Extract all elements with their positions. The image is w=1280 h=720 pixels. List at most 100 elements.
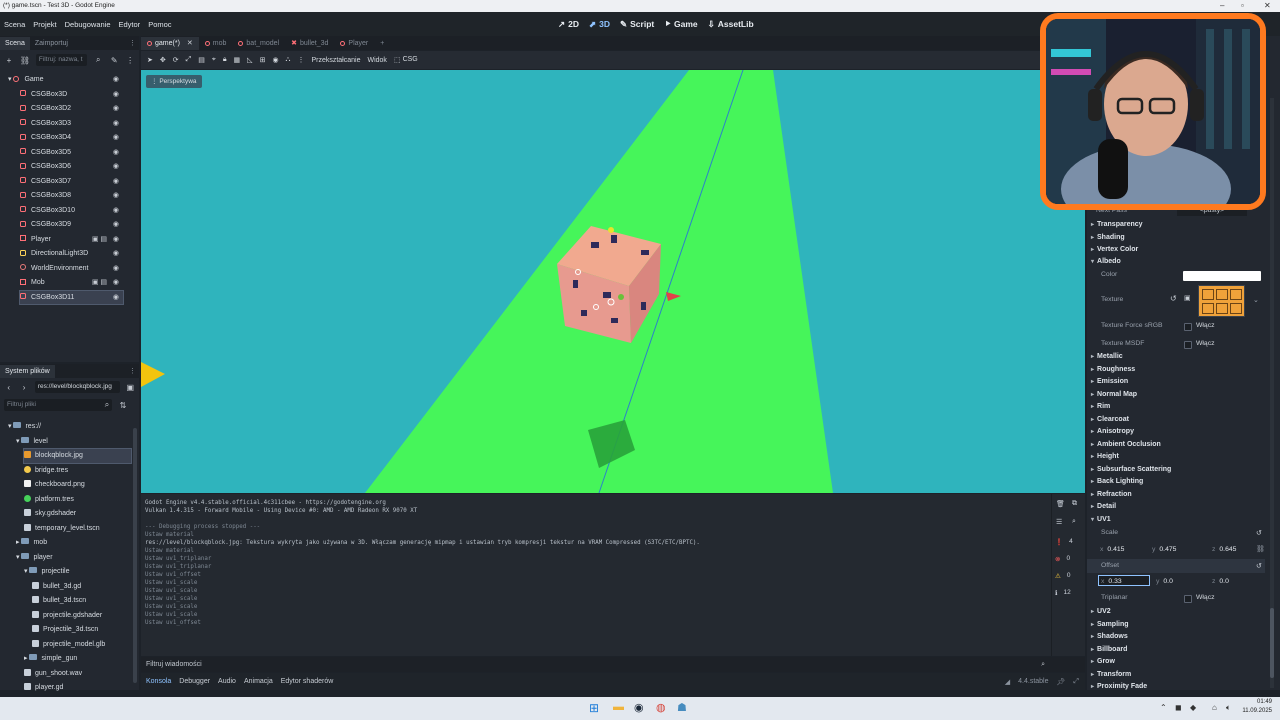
menu-projekt[interactable]: Projekt [29,20,60,29]
menu-debugowanie[interactable]: Debugowanie [61,20,115,29]
inspector-section[interactable]: Metallic [1091,351,1123,363]
add-scene-tab-button[interactable]: + [374,37,390,50]
visibility-eye-icon[interactable]: ◉ [113,204,119,217]
uv1-scale-x[interactable]: x 0.415 [1100,544,1124,555]
inspector-section[interactable]: UV2 [1091,606,1111,618]
mode-assetlib-button[interactable]: ⇩ AssetLib [703,19,759,30]
scene-node[interactable]: CSGBox3D7 ◉ [20,175,123,188]
visibility-eye-icon[interactable]: ◉ [113,262,119,275]
visibility-eye-icon[interactable]: ◉ [113,102,119,115]
tab-konsola[interactable]: Konsola [146,678,171,685]
inspector-section[interactable]: Sampling [1091,619,1129,631]
close-window-button[interactable]: ✕ [1264,0,1271,12]
scene-node[interactable]: CSGBox3D11 ◉ [19,289,124,305]
uv1-scale-y[interactable]: y 0.475 [1152,544,1176,555]
section-shading[interactable]: Shading [1091,232,1125,244]
move-tool-icon[interactable]: ✥ [160,56,166,64]
inspector-section[interactable]: Rim [1091,401,1110,413]
tab-audio[interactable]: Audio [218,678,236,685]
inspector-section[interactable]: Ambient Occlusion [1091,439,1161,451]
visibility-eye-icon[interactable]: ◉ [113,233,119,246]
maximize-button[interactable]: ▫ [1241,0,1244,12]
texture-msdf-checkbox[interactable] [1184,341,1192,349]
perspective-menu[interactable]: ⋮ Perspektywa [146,75,202,88]
godot-icon[interactable]: ☗ [677,701,687,714]
reset-icon[interactable]: ↺ [1170,294,1177,303]
scene-node[interactable]: CSGBox3D5 ◉ [20,146,123,159]
dock-menu-icon[interactable]: ⋮ [129,367,136,375]
camera-icon[interactable]: ⛬ [286,56,291,64]
inspector-section[interactable]: Normal Map [1091,389,1137,401]
visibility-eye-icon[interactable]: ◉ [113,88,119,101]
file-item[interactable]: bridge.tres [24,464,131,478]
csg-menu[interactable]: ⬚ CSG [394,56,418,64]
folder-item[interactable]: ▾ projectile [24,565,131,579]
inspector-section[interactable]: Billboard [1091,644,1127,656]
more-icon[interactable]: ⋮ [125,55,135,65]
section-albedo[interactable]: Albedo [1091,256,1121,268]
filter-messages-input[interactable]: Filtruj wiadomości ⌕ [141,657,1051,672]
collapse-icon[interactable]: ☰ [1056,518,1062,526]
tab-debugger[interactable]: Debugger [179,678,210,685]
tab-scena[interactable]: Scena [0,37,30,50]
expand-icon[interactable]: ⤢ [1073,678,1079,686]
scene-node[interactable]: WorldEnvironment ◉ [20,262,123,275]
uv1-triplanar-checkbox[interactable] [1184,595,1192,603]
open-scene-icon[interactable]: ▣ ▤ [92,233,107,246]
forward-icon[interactable]: › [19,382,28,392]
file-item[interactable]: platform.tres [24,493,131,507]
uv1-offset-z[interactable]: z 0.0 [1212,576,1229,587]
search-icon[interactable]: ⌕ [1072,518,1076,526]
section-transparency[interactable]: Transparency [1091,219,1143,231]
split-view-icon[interactable]: ▣ [126,382,135,392]
chrome-icon[interactable]: ◍ [656,701,666,714]
pin-icon[interactable]: 📌︎ [1057,678,1066,686]
scene-tab-bullet-3d[interactable]: ✖ bullet_3d [285,37,334,50]
visibility-eye-icon[interactable]: ◉ [113,276,119,289]
sort-icon[interactable]: ⇅ [118,400,128,410]
tab-zaimportuj[interactable]: Zaimportuj [30,37,73,50]
warning-filter[interactable]: ⚠ 0 [1055,572,1083,584]
tray-chevron-icon[interactable]: ⌃ [1160,703,1167,712]
tray-app-icon[interactable]: ◆ [1190,703,1196,712]
file-tree-scrollbar[interactable] [133,428,137,683]
inspector-section[interactable]: Grow [1091,656,1115,668]
file-item[interactable]: checkboard.png [24,478,131,492]
texture-force-srgb-checkbox[interactable] [1184,323,1192,331]
inspector-section[interactable]: UV1 [1091,514,1111,526]
section-vertex-color[interactable]: Vertex Color [1091,244,1138,256]
scene-node[interactable]: CSGBox3D4 ◉ [20,131,123,144]
file-item[interactable]: blockqblock.jpg [23,448,132,464]
add-node-icon[interactable]: + [4,55,14,65]
more-icon[interactable]: ⋮ [297,56,304,64]
inspector-section[interactable]: Refraction [1091,489,1132,501]
visibility-eye-icon[interactable]: ◉ [113,175,119,188]
scene-node[interactable]: CSGBox3D2 ◉ [20,102,123,115]
transform-menu[interactable]: Przekształcanie [311,57,360,64]
file-item[interactable]: Projectile_3d.tscn [32,623,131,637]
scene-node[interactable]: CSGBox3D3 ◉ [20,117,123,130]
scene-node[interactable]: DirectionalLight3D ◉ [20,247,123,260]
inspector-section[interactable]: Anisotropy [1091,426,1134,438]
open-scene-icon[interactable]: ▣ ▤ [92,276,107,289]
tab-animacja[interactable]: Animacja [244,678,273,685]
local-space-icon[interactable]: ⊞ [260,56,266,64]
lock-icon[interactable]: 🔒︎ [223,56,227,64]
file-item[interactable]: bullet_3d.tscn [32,594,131,608]
file-item[interactable]: sky.gdshader [24,507,131,521]
scene-node[interactable]: CSGBox3D9 ◉ [20,218,123,231]
scale-tool-icon[interactable]: ⤢ [186,56,192,64]
scene-node[interactable]: ▾ Game ◉ [8,73,123,86]
volume-icon[interactable]: 🔈︎ [1226,703,1231,713]
file-explorer-icon[interactable]: ▬ [613,701,624,713]
visibility-eye-icon[interactable]: ◉ [113,131,119,144]
dropdown-icon[interactable]: ⌄ [1253,296,1259,304]
file-item[interactable]: player.gd [24,681,131,695]
albedo-color-picker[interactable] [1183,271,1261,281]
inspector-section[interactable]: Height [1091,451,1119,463]
minimize-button[interactable]: – [1220,0,1224,12]
visibility-eye-icon[interactable]: ◉ [113,218,119,231]
folder-item[interactable]: ▸ simple_gun [24,652,131,666]
message-filter[interactable]: ℹ 12 [1055,589,1083,601]
list-select-icon[interactable]: ▤ [198,56,205,64]
